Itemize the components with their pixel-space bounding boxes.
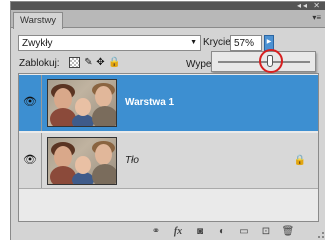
eye-icon[interactable]: 👁 [23, 153, 37, 167]
new-layer-icon[interactable]: ⊡ [259, 226, 273, 238]
tab-row: Warstwy ▾≡ [11, 10, 325, 29]
lock-icon: 🔒 [293, 155, 306, 166]
resize-grip-icon[interactable] [318, 232, 324, 238]
layer-name[interactable]: Warstwa 1 [125, 97, 174, 108]
lock-label: Zablokuj: [19, 58, 60, 69]
opacity-input[interactable]: 57% [230, 35, 262, 51]
divider [41, 75, 42, 131]
panel-menu-icon[interactable]: ▾≡ [312, 13, 321, 22]
layer-row[interactable]: 👁 Warstwa 1 [19, 75, 318, 131]
collapse-close-buttons[interactable]: ◂◂ ✕ [297, 1, 322, 10]
folder-icon[interactable]: ▭ [237, 226, 251, 238]
fx-icon[interactable]: fx [171, 226, 185, 238]
layer-row[interactable]: 👁 Tło 🔒 [19, 133, 318, 189]
divider [41, 133, 42, 188]
lock-position-icon[interactable]: ✥ [95, 57, 106, 68]
layers-panel: ◂◂ ✕ Warstwy ▾≡ Zwykły ▼ Krycie: 57% ▶ Z… [10, 1, 325, 240]
lock-pixels-icon[interactable]: ✎ [83, 57, 94, 68]
panel-title-bar: ◂◂ ✕ [11, 1, 325, 10]
blend-mode-dropdown[interactable]: Zwykły ▼ [18, 35, 201, 51]
lock-all-icon[interactable]: 🔒 [108, 57, 120, 68]
layer-thumbnail [47, 137, 117, 185]
link-icon[interactable]: ⚭ [149, 226, 163, 238]
layer-name[interactable]: Tło [125, 155, 139, 166]
opacity-label: Krycie: [203, 37, 234, 48]
highlight-circle [259, 49, 283, 73]
eye-icon[interactable]: 👁 [23, 95, 37, 109]
mask-icon[interactable]: ◙ [193, 226, 207, 238]
layers-list: 👁 Warstwa 1 👁 Tło 🔒 [18, 73, 319, 222]
blend-mode-value: Zwykły [22, 38, 53, 49]
layer-thumbnail [47, 79, 117, 127]
panel-bottom-toolbar: ⚭ fx ◙ ◐ ▭ ⊡ 🗑 [11, 224, 325, 240]
tab-layers[interactable]: Warstwy [13, 12, 64, 29]
chevron-down-icon: ▼ [190, 39, 197, 46]
lock-transparency-icon[interactable] [69, 57, 80, 68]
trash-icon[interactable]: 🗑 [281, 226, 295, 238]
adjustment-icon[interactable]: ◐ [215, 226, 229, 238]
